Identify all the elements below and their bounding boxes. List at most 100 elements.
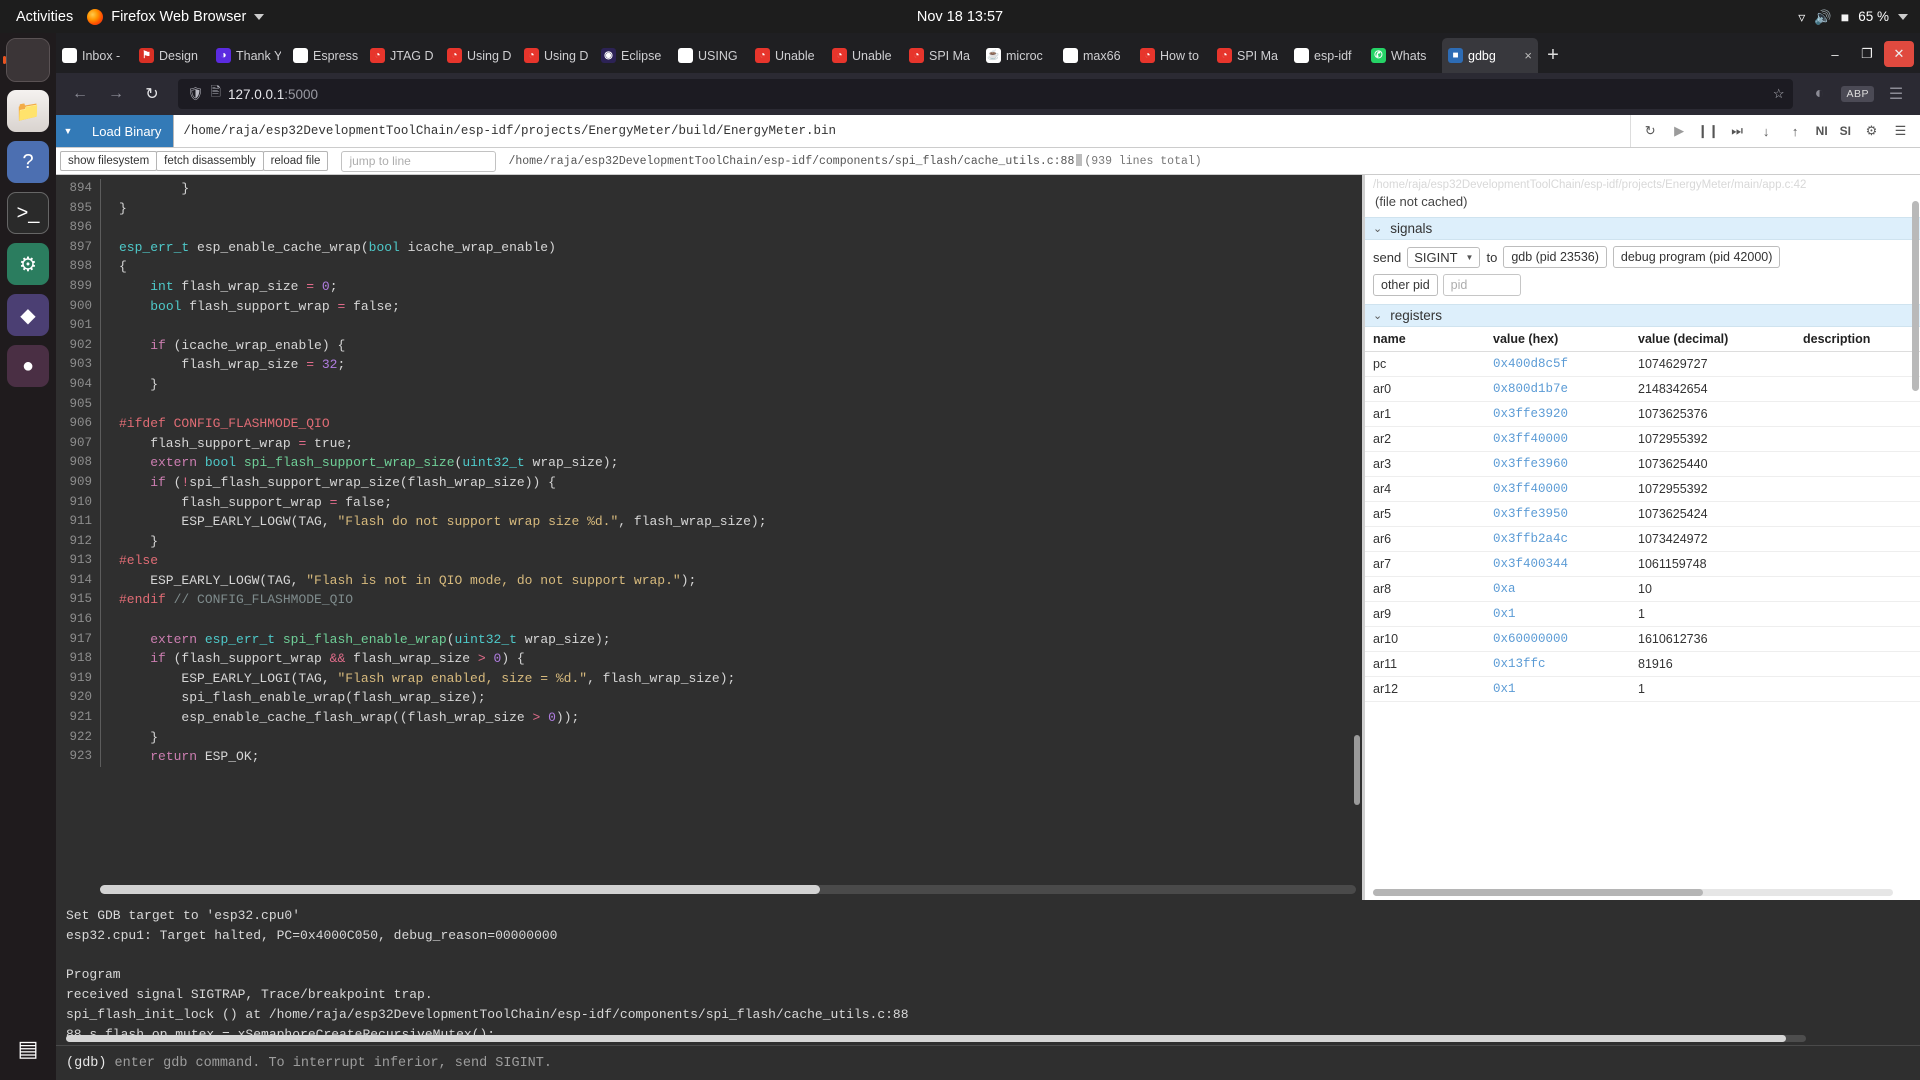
line-number[interactable]: 914 <box>56 570 100 591</box>
code-line[interactable]: 906 #ifdef CONFIG_FLASHMODE_QIO <box>56 414 1362 434</box>
line-number[interactable]: 895 <box>56 198 100 219</box>
breakpoint-gutter[interactable] <box>100 316 109 336</box>
forward-button[interactable]: → <box>100 78 132 110</box>
code-line[interactable]: 904 } <box>56 374 1362 395</box>
line-number[interactable]: 923 <box>56 747 100 767</box>
browser-tab-0[interactable]: M Inbox - <box>56 38 133 73</box>
other-pid-button[interactable]: other pid <box>1373 274 1438 296</box>
new-tab-button[interactable]: + <box>1538 44 1568 67</box>
browser-tab-3[interactable]: W Espress <box>287 38 364 73</box>
table-row[interactable]: ar7 0x3f400344 1061159748 <box>1365 551 1920 577</box>
code-line[interactable]: 898 { <box>56 257 1362 277</box>
line-number[interactable]: 905 <box>56 394 100 415</box>
breakpoint-gutter[interactable] <box>100 531 109 552</box>
code-line[interactable]: 918 if (flash_support_wrap && flash_wrap… <box>56 649 1362 669</box>
dock-item-help[interactable]: ? <box>7 141 49 183</box>
breakpoint-gutter[interactable] <box>100 453 109 473</box>
table-row[interactable]: ar3 0x3ffe3960 1073625440 <box>1365 451 1920 477</box>
line-number[interactable]: 922 <box>56 727 100 748</box>
breakpoint-gutter[interactable] <box>100 276 109 297</box>
code-line[interactable]: 923 return ESP_OK; <box>56 747 1362 767</box>
breakpoint-gutter[interactable] <box>100 433 109 454</box>
gdb-command-prompt[interactable]: (gdb) enter gdb command. To interrupt in… <box>56 1045 1920 1080</box>
browser-tab-10[interactable]: ◔ Unable <box>826 38 903 73</box>
browser-tab-14[interactable]: ◔ How to <box>1134 38 1211 73</box>
breakpoint-gutter[interactable] <box>100 570 109 591</box>
load-binary-dropdown-caret[interactable]: ▼ <box>56 115 80 147</box>
close-tab-icon[interactable]: × <box>1524 48 1532 63</box>
table-row[interactable]: ar5 0x3ffe3950 1073625424 <box>1365 501 1920 527</box>
load-binary-button[interactable]: Load Binary <box>80 115 174 147</box>
browser-tab-15[interactable]: ◔ SPI Ma <box>1211 38 1288 73</box>
pause-button[interactable]: ❙❙ <box>1695 118 1722 145</box>
code-horizontal-scrollbar[interactable] <box>100 885 1356 894</box>
code-line[interactable]: 921 esp_enable_cache_flash_wrap((flash_w… <box>56 708 1362 728</box>
maximize-button[interactable]: ❐ <box>1852 41 1882 67</box>
send-to-gdb-button[interactable]: gdb (pid 23536) <box>1503 246 1607 268</box>
browser-tab-4[interactable]: ◔ JTAG D <box>364 38 441 73</box>
table-row[interactable]: ar10 0x60000000 1610612736 <box>1365 626 1920 652</box>
jump-to-line-input[interactable]: jump to line <box>341 150 497 172</box>
line-number[interactable]: 907 <box>56 433 100 454</box>
line-number[interactable]: 904 <box>56 374 100 395</box>
dock-item-software[interactable]: ◆ <box>7 294 49 336</box>
pocket-icon[interactable]: ◐ <box>1803 78 1835 110</box>
breakpoint-gutter[interactable] <box>100 649 109 669</box>
binary-path-input[interactable]: /home/raja/esp32DevelopmentToolChain/esp… <box>173 115 1631 147</box>
dock-item-files[interactable]: 📁 <box>7 90 49 132</box>
code-line[interactable]: 900 bool flash_support_wrap = false; <box>56 296 1362 317</box>
line-number[interactable]: 912 <box>56 531 100 552</box>
table-row[interactable]: ar11 0x13ffc 81916 <box>1365 651 1920 677</box>
browser-tab-11[interactable]: ◔ SPI Ma <box>903 38 980 73</box>
code-line[interactable]: 922 } <box>56 727 1362 748</box>
next-instruction-button[interactable]: NI <box>1811 124 1833 138</box>
back-button[interactable]: ← <box>64 78 96 110</box>
browser-tab-7[interactable]: ◉ Eclipse <box>595 38 672 73</box>
browser-tab-5[interactable]: ◔ Using D <box>441 38 518 73</box>
code-line[interactable]: 909 if (!spi_flash_support_wrap_size(fla… <box>56 472 1362 493</box>
line-number[interactable]: 906 <box>56 414 100 434</box>
browser-tab-6[interactable]: ◔ Using D <box>518 38 595 73</box>
right-panel-vertical-scrollbar[interactable] <box>1912 201 1919 391</box>
table-row[interactable]: pc 0x400d8c5f 1074629727 <box>1365 351 1920 377</box>
line-number[interactable]: 915 <box>56 590 100 611</box>
line-number[interactable]: 894 <box>56 179 100 199</box>
line-number[interactable]: 918 <box>56 649 100 669</box>
line-number[interactable]: 908 <box>56 453 100 473</box>
gear-icon[interactable]: ⚙ <box>1858 118 1885 145</box>
activities-button[interactable]: Activities <box>0 9 87 25</box>
dock-item-settings[interactable]: ⚙ <box>7 243 49 285</box>
table-row[interactable]: ar12 0x1 1 <box>1365 676 1920 702</box>
next-button[interactable]: ⏭ <box>1724 118 1751 145</box>
browser-tab-1[interactable]: ⚑ Design <box>133 38 210 73</box>
code-line[interactable]: 901 <box>56 316 1362 336</box>
table-row[interactable]: ar0 0x800d1b7e 2148342654 <box>1365 376 1920 402</box>
send-to-program-button[interactable]: debug program (pid 42000) <box>1612 246 1781 268</box>
code-line[interactable]: 917 extern esp_err_t spi_flash_enable_wr… <box>56 629 1362 650</box>
right-panel-horizontal-scrollbar[interactable] <box>1373 889 1893 896</box>
code-line[interactable]: 899 int flash_wrap_size = 0; <box>56 276 1362 297</box>
breakpoint-gutter[interactable] <box>100 551 109 571</box>
source-code-pane[interactable]: 894 } 895} 896 897 esp_err_t esp_enable_cach… <box>56 175 1362 900</box>
line-number[interactable]: 913 <box>56 551 100 571</box>
run-continue-button[interactable]: ▶ <box>1666 118 1693 145</box>
gdb-console-output[interactable]: Set GDB target to 'esp32.cpu0' esp32.cpu1… <box>56 900 1920 1045</box>
breakpoint-gutter[interactable] <box>100 492 109 513</box>
breakpoint-gutter[interactable] <box>100 629 109 650</box>
table-row[interactable]: ar4 0x3ff40000 1072955392 <box>1365 476 1920 502</box>
code-line[interactable]: 903 flash_wrap_size = 32; <box>56 355 1362 375</box>
code-line[interactable]: 920 spi_flash_enable_wrap(flash_wrap_siz… <box>56 688 1362 709</box>
address-bar[interactable]: 🛡 🖹 127.0.0.1:5000 ☆ <box>178 79 1794 109</box>
star-icon[interactable]: ☆ <box>1773 86 1785 102</box>
hamburger-menu-icon[interactable]: ☰ <box>1887 118 1914 145</box>
reload-file-button[interactable]: reload file <box>262 151 329 171</box>
signal-select[interactable]: SIGINT ▼ <box>1407 246 1481 268</box>
console-horizontal-scrollbar[interactable] <box>66 1035 1806 1042</box>
line-number[interactable]: 909 <box>56 472 100 493</box>
line-number[interactable]: 902 <box>56 335 100 356</box>
signals-section-header[interactable]: ⌄ signals <box>1365 217 1920 240</box>
table-row[interactable]: ar8 0xa 10 <box>1365 576 1920 602</box>
line-number[interactable]: 903 <box>56 355 100 375</box>
code-line[interactable]: 913 #else <box>56 551 1362 571</box>
breakpoint-gutter[interactable] <box>100 708 109 728</box>
